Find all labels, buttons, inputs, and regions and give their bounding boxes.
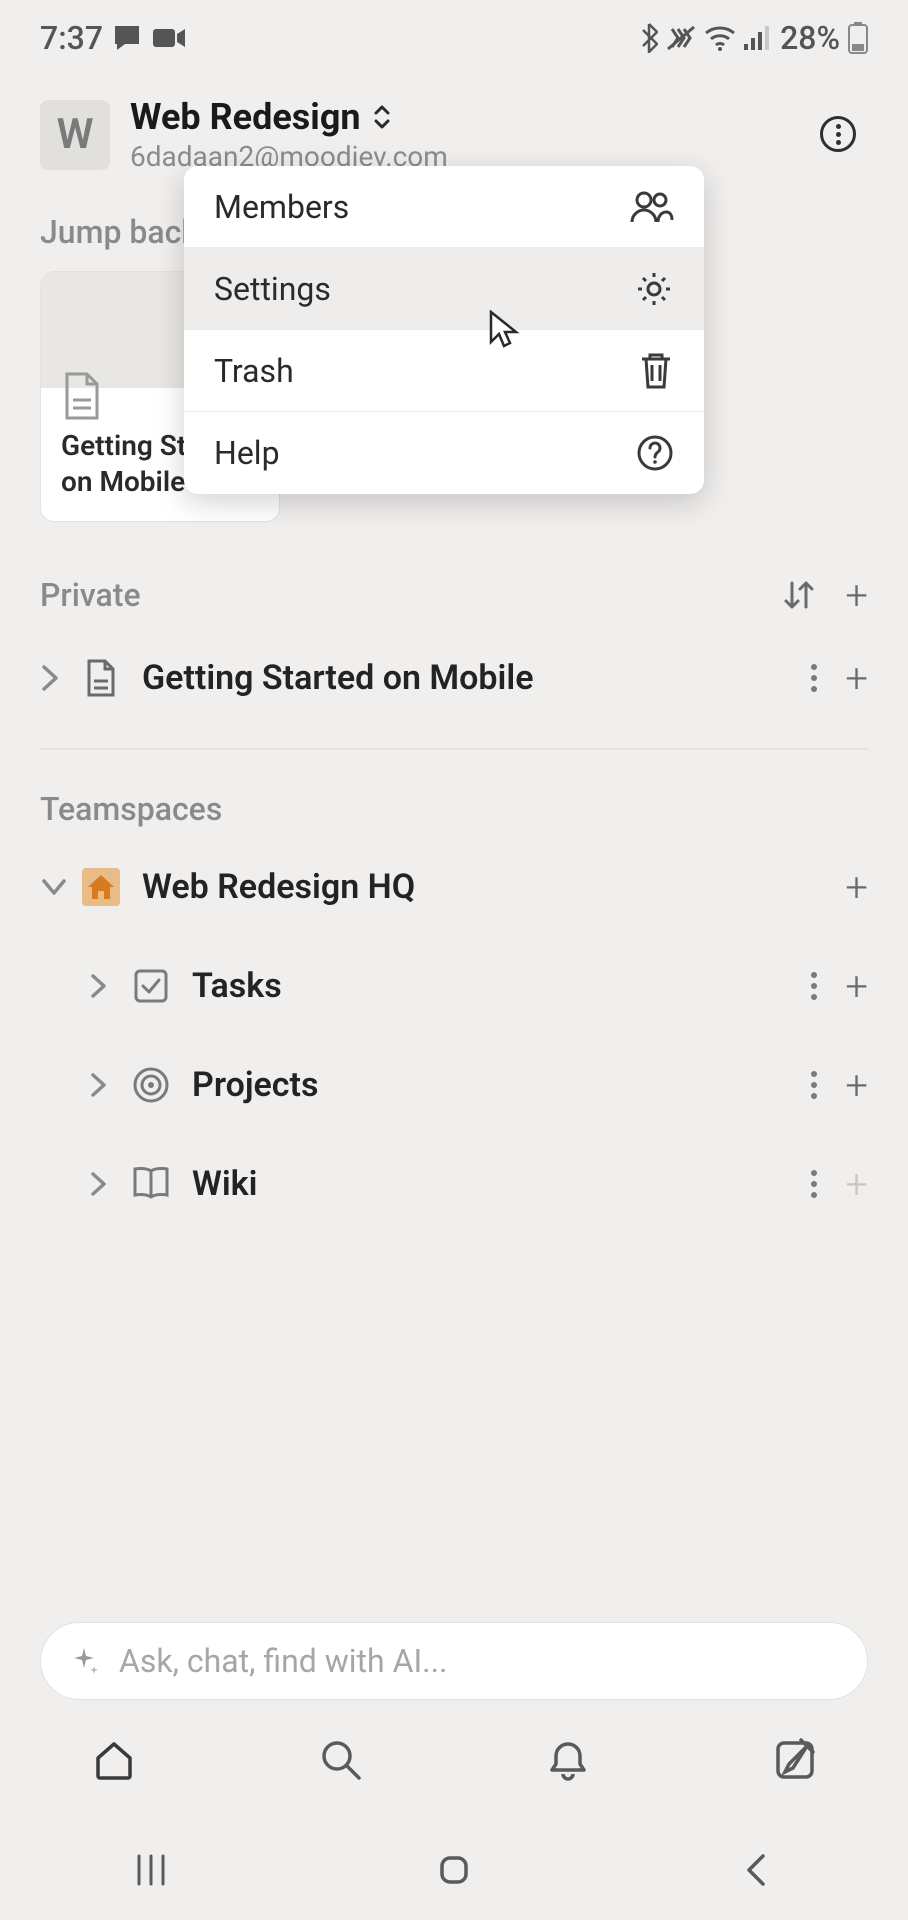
- card-line1: Getting St: [61, 429, 186, 462]
- section-private-label[interactable]: Private: [40, 576, 141, 614]
- item-add-button[interactable]: +: [845, 963, 868, 1010]
- gear-icon: [634, 269, 674, 309]
- section-teamspaces-header: Teamspaces: [0, 750, 908, 838]
- chat-icon: [113, 24, 143, 52]
- recents-system-icon[interactable]: [131, 1850, 171, 1890]
- item-more-button[interactable]: [811, 1170, 817, 1198]
- chevron-right-icon[interactable]: [90, 973, 108, 999]
- video-icon: [153, 27, 185, 49]
- wiki-label: Wiki: [192, 1164, 811, 1204]
- trash-label: Trash: [214, 352, 294, 390]
- sort-icon[interactable]: [781, 577, 817, 613]
- help-icon: [636, 434, 674, 472]
- teamspace-item-projects[interactable]: Projects +: [0, 1036, 908, 1135]
- more-button[interactable]: [820, 116, 868, 164]
- help-label: Help: [214, 434, 280, 472]
- section-private-header: Private +: [0, 522, 908, 629]
- chevron-right-icon[interactable]: [40, 663, 60, 693]
- private-item-getting-started[interactable]: Getting Started on Mobile +: [0, 629, 908, 728]
- search-nav-icon[interactable]: [319, 1738, 363, 1782]
- bluetooth-icon: [640, 23, 658, 53]
- workspace-badge: W: [40, 100, 110, 170]
- system-nav: [0, 1820, 908, 1920]
- vibrate-icon: [666, 23, 696, 53]
- projects-label: Projects: [192, 1065, 811, 1105]
- ai-ask-bar[interactable]: Ask, chat, find with AI...: [40, 1622, 868, 1700]
- home-nav-icon[interactable]: [92, 1738, 136, 1782]
- dropdown-item-members[interactable]: Members: [184, 166, 704, 248]
- workspace-dropdown: Members Settings Trash Help: [184, 166, 704, 494]
- item-add-button[interactable]: +: [845, 1062, 868, 1109]
- item-add-button[interactable]: +: [845, 655, 868, 702]
- status-time: 7:37: [40, 19, 103, 57]
- sparkle-icon: [69, 1646, 99, 1676]
- settings-label: Settings: [214, 270, 331, 308]
- home-system-icon[interactable]: [434, 1850, 474, 1890]
- item-more-button[interactable]: [811, 1071, 817, 1099]
- wifi-icon: [704, 25, 736, 51]
- status-bar: 7:37 28%: [0, 0, 908, 76]
- battery-percent: 28%: [780, 19, 840, 57]
- card-line2: on Mobile: [61, 465, 185, 498]
- section-teamspaces-label[interactable]: Teamspaces: [40, 790, 222, 828]
- bottom-nav: [0, 1710, 908, 1810]
- private-item-label: Getting Started on Mobile: [142, 658, 811, 698]
- teamspace-web-redesign-hq[interactable]: Web Redesign HQ +: [0, 838, 908, 937]
- item-more-button[interactable]: [811, 664, 817, 692]
- home-icon: [82, 868, 120, 906]
- selector-icon: [371, 104, 393, 130]
- dropdown-item-settings[interactable]: Settings: [184, 248, 704, 330]
- people-icon: [630, 190, 674, 224]
- item-more-button[interactable]: [811, 972, 817, 1000]
- workspace-name: Web Redesign: [130, 96, 361, 138]
- trash-icon: [638, 351, 674, 391]
- teamspace-label: Web Redesign HQ: [142, 867, 845, 907]
- compose-nav-icon[interactable]: [773, 1738, 817, 1782]
- battery-icon: [848, 22, 868, 54]
- signal-icon: [744, 26, 772, 50]
- chevron-right-icon[interactable]: [90, 1072, 108, 1098]
- teamspace-add-button[interactable]: +: [845, 864, 868, 911]
- tasks-label: Tasks: [192, 966, 811, 1006]
- notifications-nav-icon[interactable]: [546, 1738, 590, 1782]
- page-icon: [85, 659, 117, 697]
- cursor-icon: [488, 310, 520, 350]
- page-icon: [61, 372, 101, 420]
- add-private-button[interactable]: +: [845, 572, 868, 619]
- teamspace-item-tasks[interactable]: Tasks +: [0, 937, 908, 1036]
- teamspace-item-wiki[interactable]: Wiki +: [0, 1135, 908, 1234]
- dropdown-item-trash[interactable]: Trash: [184, 330, 704, 412]
- chevron-down-icon[interactable]: [40, 877, 68, 897]
- members-label: Members: [214, 188, 349, 226]
- back-system-icon[interactable]: [737, 1850, 777, 1890]
- more-vertical-icon: [820, 116, 856, 152]
- dropdown-item-help[interactable]: Help: [184, 412, 704, 494]
- book-icon: [131, 1167, 171, 1201]
- chevron-right-icon[interactable]: [90, 1171, 108, 1197]
- ai-placeholder: Ask, chat, find with AI...: [119, 1642, 447, 1680]
- item-add-button[interactable]: +: [845, 1161, 868, 1208]
- target-icon: [132, 1066, 170, 1104]
- checkbox-icon: [133, 968, 169, 1004]
